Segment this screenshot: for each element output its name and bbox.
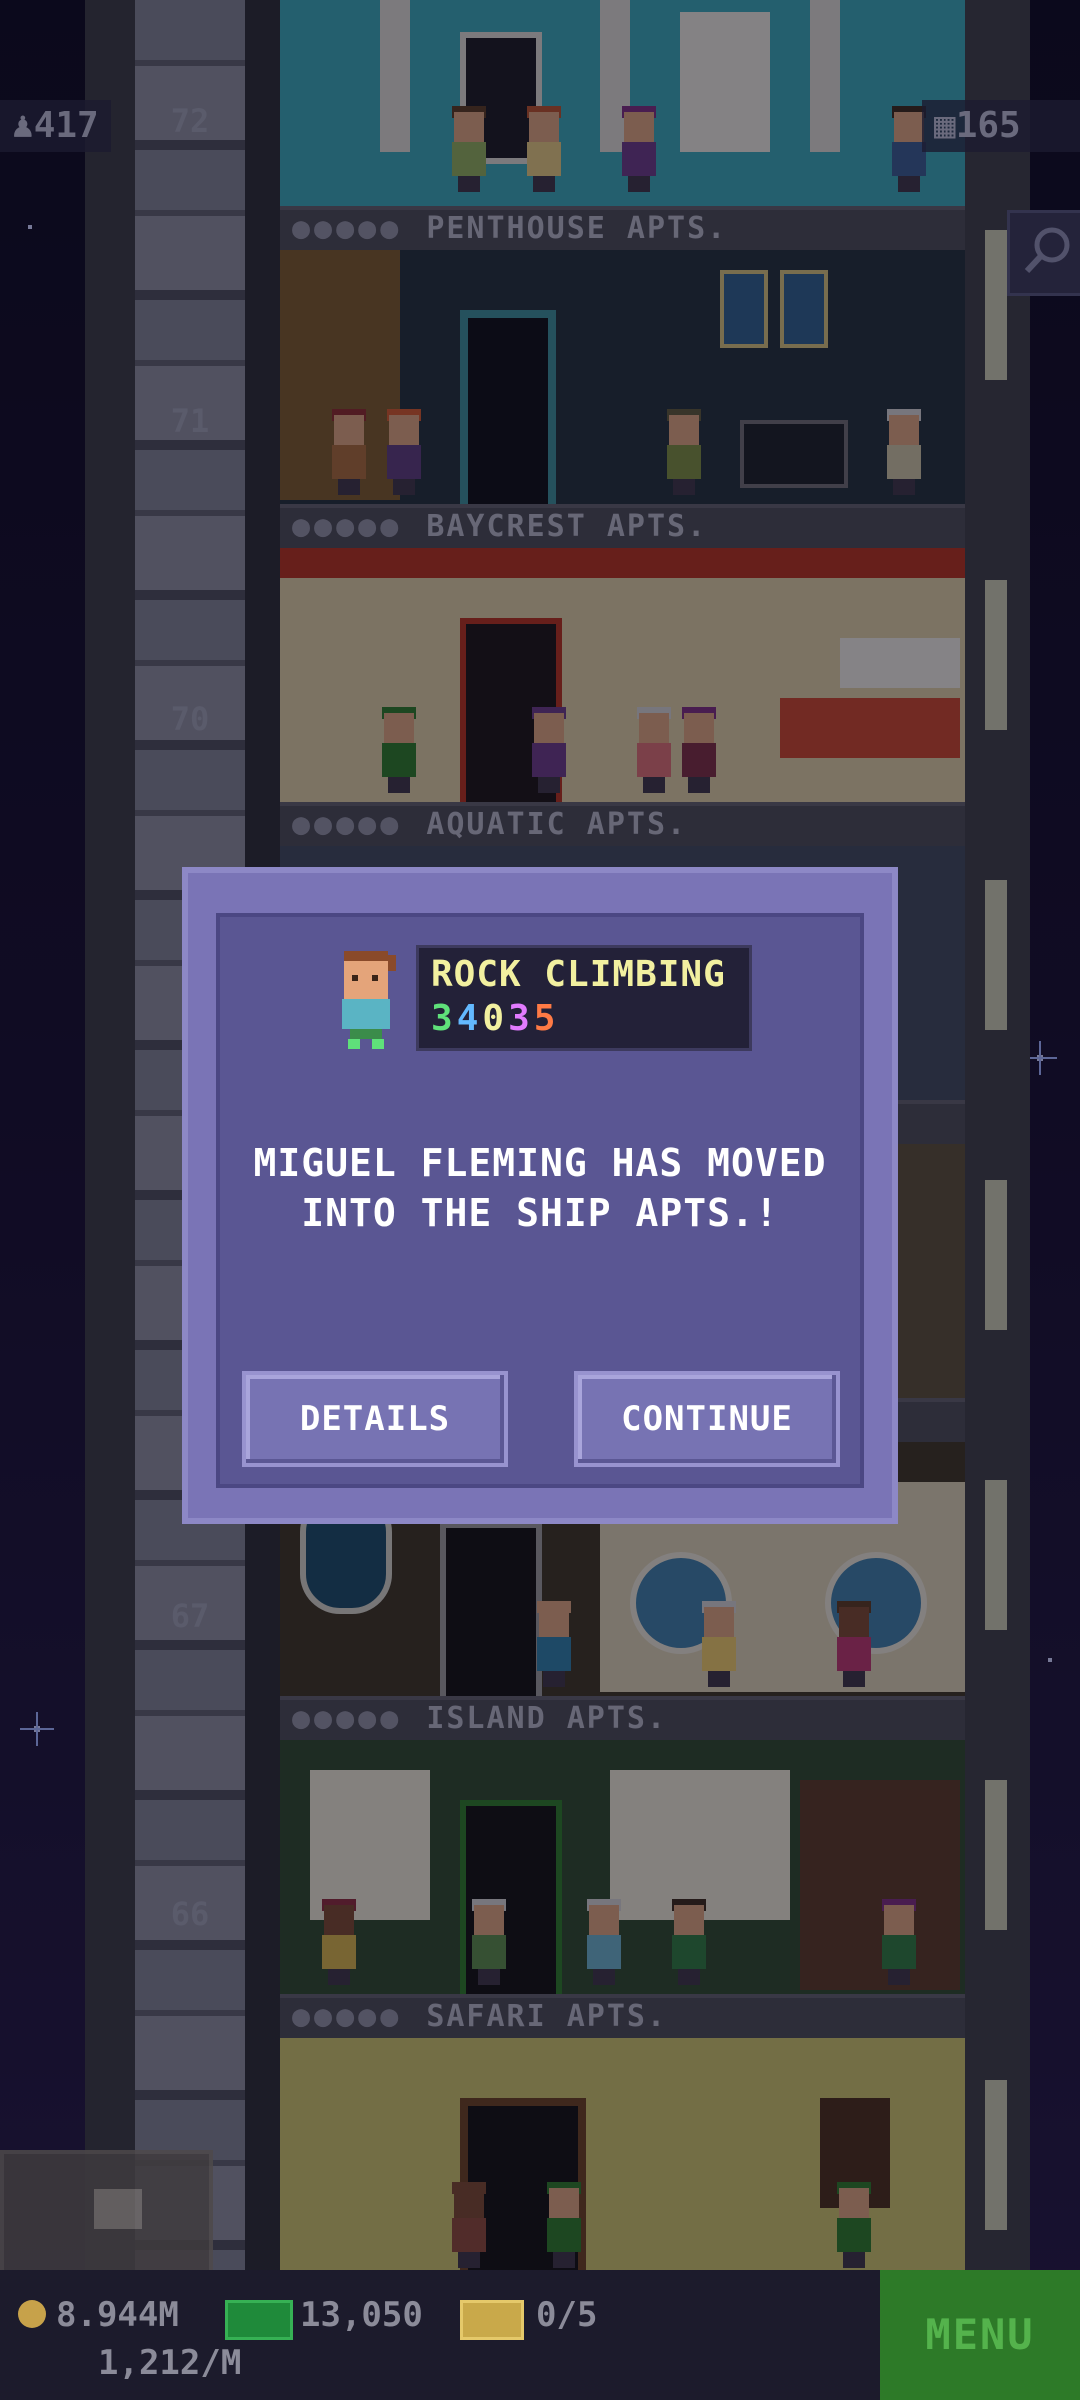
skill-digit: 0 — [482, 998, 509, 1039]
ticket-icon — [460, 2300, 524, 2340]
bux-balance[interactable]: 13,050 — [300, 2295, 423, 2335]
skill-digit: 5 — [533, 998, 560, 1039]
continue-button[interactable]: CONTINUE — [574, 1371, 840, 1467]
move-in-message: MIGUEL FLEMING HAS MOVED INTO THE SHIP A… — [188, 1138, 892, 1238]
skill-digit: 4 — [456, 998, 483, 1039]
details-button[interactable]: DETAILS — [242, 1371, 508, 1467]
message-line: INTO THE SHIP APTS.! — [301, 1191, 779, 1235]
coin-rate: 1,212/M — [98, 2343, 242, 2383]
dream-job-box: ROCK CLIMBING 34035 — [416, 945, 752, 1051]
tower-bux-icon — [225, 2300, 293, 2340]
menu-button[interactable]: MENU — [880, 2270, 1080, 2400]
resident-avatar — [338, 951, 396, 1051]
ticket-count[interactable]: 0/5 — [536, 2295, 597, 2335]
skill-digit: 3 — [431, 998, 457, 1039]
skill-digit: 3 — [508, 998, 534, 1039]
skill-digits: 34035 — [431, 998, 559, 1039]
move-in-dialog: ROCK CLIMBING 34035 MIGUEL FLEMING HAS M… — [188, 873, 892, 1518]
coin-balance: 8.944M — [56, 2295, 179, 2335]
message-line: MIGUEL FLEMING HAS MOVED — [253, 1141, 827, 1185]
dream-job-label: ROCK CLIMBING — [431, 954, 726, 995]
coin-icon — [18, 2300, 46, 2328]
